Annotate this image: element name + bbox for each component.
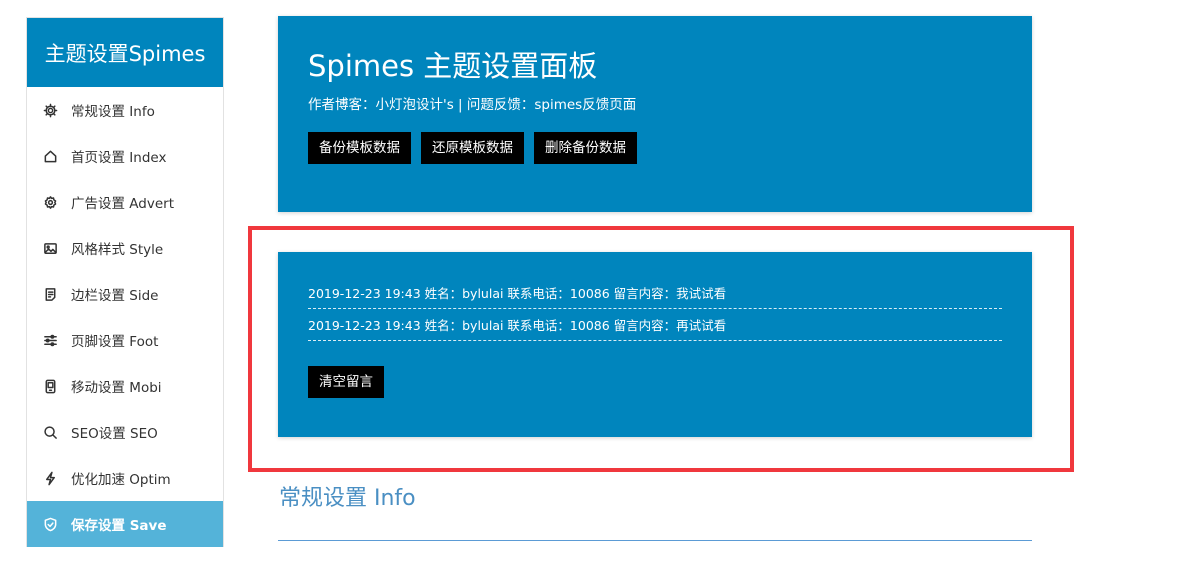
sidebar-item-mobi[interactable]: 移动设置 Mobi	[27, 363, 223, 409]
mobile-icon	[42, 378, 58, 394]
sidebar-item-label: 广告设置 Advert	[71, 196, 174, 212]
sidebar-item-optim[interactable]: 优化加速 Optim	[27, 455, 223, 501]
shield-check-icon	[42, 516, 58, 532]
sidebar-item-label: 首页设置 Index	[71, 150, 167, 166]
sidebar-item-side[interactable]: 边栏设置 Side	[27, 271, 223, 317]
sidebar-item-label: SEO设置 SEO	[71, 426, 158, 442]
sidebar-item-label: 边栏设置 Side	[71, 288, 159, 304]
delete-backup-button[interactable]: 删除备份数据	[534, 132, 637, 164]
sidebar-title: 主题设置Spimes	[27, 18, 223, 87]
backup-button-row: 备份模板数据 还原模板数据 删除备份数据	[308, 132, 1002, 164]
settings-cog-icon	[42, 194, 58, 210]
sidebar-item-label: 风格样式 Style	[71, 242, 164, 258]
gear-icon	[42, 102, 58, 118]
section-divider	[278, 540, 1032, 541]
sidebar-item-label: 优化加速 Optim	[71, 472, 171, 488]
sidebar-item-foot[interactable]: 页脚设置 Foot	[27, 317, 223, 363]
sidebar: 主题设置Spimes 常规设置 Info 首页设置 Index 广告设置 Adv…	[26, 17, 224, 547]
sidebar-item-label: 保存设置 Save	[71, 518, 167, 534]
sidebar-item-save[interactable]: 保存设置 Save	[27, 501, 223, 547]
sidebar-item-label: 移动设置 Mobi	[71, 380, 162, 396]
document-icon	[42, 286, 58, 302]
section-title: 常规设置 Info	[279, 486, 416, 511]
image-icon	[42, 240, 58, 256]
panel-title: Spimes 主题设置面板	[308, 49, 598, 83]
sidebar-item-index[interactable]: 首页设置 Index	[27, 133, 223, 179]
search-icon	[42, 424, 58, 440]
sidebar-item-label: 常规设置 Info	[71, 104, 155, 120]
lightning-icon	[42, 470, 58, 486]
restore-template-button[interactable]: 还原模板数据	[421, 132, 524, 164]
sidebar-item-advert[interactable]: 广告设置 Advert	[27, 179, 223, 225]
home-icon	[42, 148, 58, 164]
panel-subtitle[interactable]: 作者博客：小灯泡设计's | 问题反馈：spimes反馈页面	[308, 96, 1002, 114]
theme-settings-header-panel: Spimes 主题设置面板 作者博客：小灯泡设计's | 问题反馈：spimes…	[278, 16, 1032, 212]
backup-template-button[interactable]: 备份模板数据	[308, 132, 411, 164]
sidebar-item-info[interactable]: 常规设置 Info	[27, 87, 223, 133]
sidebar-item-label: 页脚设置 Foot	[71, 334, 159, 350]
sidebar-item-style[interactable]: 风格样式 Style	[27, 225, 223, 271]
sidebar-item-seo[interactable]: SEO设置 SEO	[27, 409, 223, 455]
highlight-box	[248, 226, 1074, 472]
sliders-icon	[42, 332, 58, 348]
